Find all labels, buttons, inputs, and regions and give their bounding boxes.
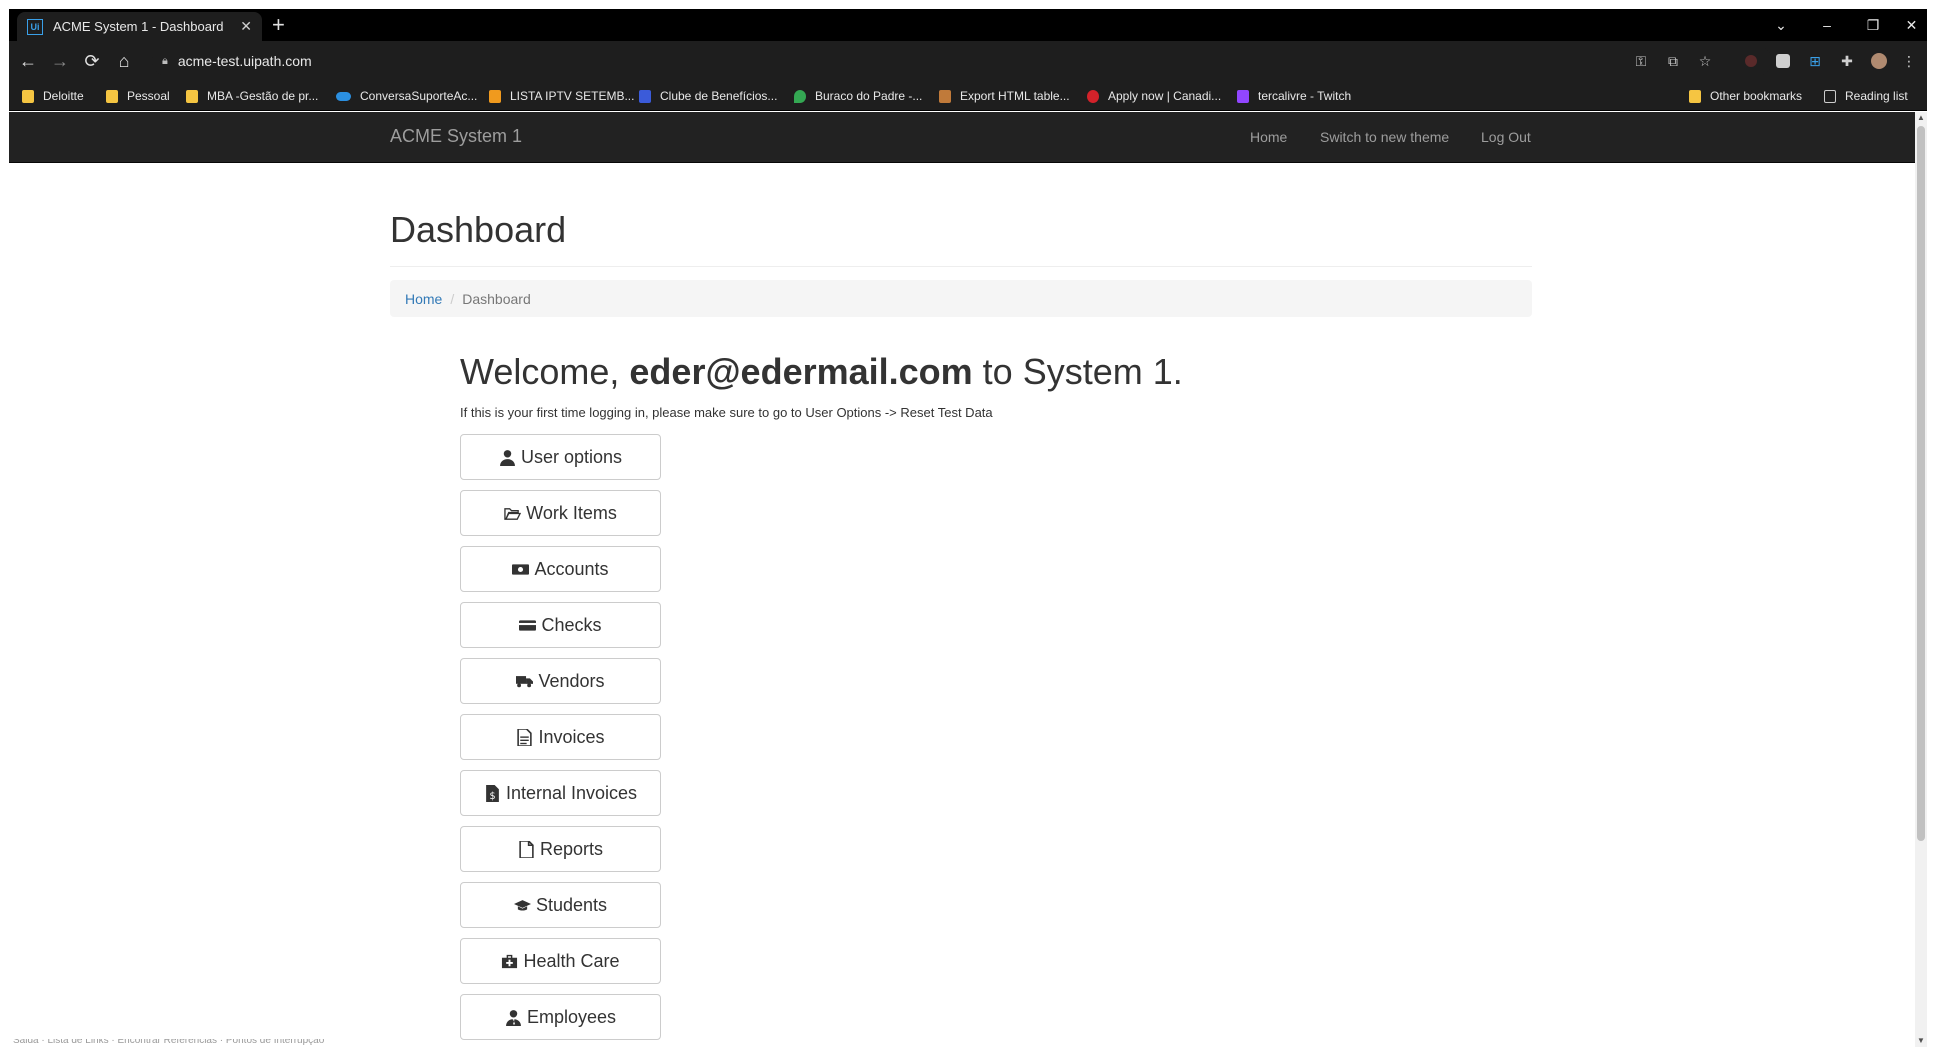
vendors-button[interactable]: Vendors [460,658,661,704]
tab-search-icon[interactable]: ⌄ [1758,9,1804,41]
medkit-icon [502,954,518,968]
bookmark-iptv[interactable]: LISTA IPTV SETEMB... [489,88,634,104]
extension-red-icon[interactable] [1741,51,1761,71]
work-items-button[interactable]: Work Items [460,490,661,536]
profile-avatar[interactable] [1869,51,1889,71]
breadcrumb-home-link[interactable]: Home [405,291,442,307]
bookmark-mba[interactable]: MBA -Gestão de pr... [186,88,318,104]
canada-icon [1087,89,1099,103]
cloud-icon [336,91,351,101]
page-scrollbar[interactable]: ▲ ▼ [1915,112,1927,1047]
uipath-favicon-icon: Ui [27,18,43,35]
new-tab-button[interactable]: + [272,13,285,37]
folder-icon [106,89,118,103]
employees-button[interactable]: Employees [460,994,661,1040]
money-icon [512,563,530,575]
bookmark-conversa[interactable]: ConversaSuporteAc... [336,88,477,104]
reading-list-icon [1824,89,1836,103]
other-bookmarks[interactable]: Other bookmarks [1689,88,1802,104]
breadcrumb: Home / Dashboard [390,280,1532,317]
twitch-icon [1237,89,1249,103]
breadcrumb-separator: / [450,290,455,307]
bookmark-apply[interactable]: Apply now | Canadi... [1087,88,1221,104]
home-button[interactable]: ⌂ [112,49,136,73]
invoices-button[interactable]: Invoices [460,714,661,760]
menu-kebab-icon[interactable]: ⋮ [1899,51,1919,71]
internal-invoices-button[interactable]: $ Internal Invoices [460,770,661,816]
svg-text:$: $ [489,790,495,801]
checks-button[interactable]: Checks [460,602,661,648]
close-window-button[interactable]: ✕ [1896,9,1927,41]
welcome-heading: Welcome, eder@edermail.com to System 1. [460,351,1183,392]
key-icon[interactable]: ⚿ [1631,51,1651,71]
minimize-button[interactable]: – [1804,9,1850,41]
tab-strip: Ui ACME System 1 - Dashboard ✕ + ⌄ – ❐ ✕ [9,9,1927,41]
lock-icon: 🔒︎ [162,54,168,67]
scroll-up-arrow-icon[interactable]: ▲ [1915,112,1927,124]
star-icon[interactable]: ☆ [1695,51,1715,71]
bookmark-clube[interactable]: Clube de Benefícios... [639,88,777,104]
user-email: eder@edermail.com [629,351,973,392]
breadcrumb-current: Dashboard [462,290,531,307]
reload-button[interactable]: ⟳ [80,49,104,73]
url-text: acme-test.uipath.com [177,53,312,69]
folder-open-icon [504,507,522,520]
nav-switch-theme-link[interactable]: Switch to new theme [1320,129,1449,145]
user-options-button[interactable]: User options [460,434,661,480]
windows-icon[interactable]: ⊞ [1805,51,1825,71]
browser-tab[interactable]: Ui ACME System 1 - Dashboard ✕ [17,12,262,41]
first-login-note: If this is your first time logging in, p… [460,405,993,420]
bookmark-pessoal[interactable]: Pessoal [106,88,170,104]
truck-icon [516,675,534,687]
health-care-button[interactable]: Health Care [460,938,661,984]
brand-link[interactable]: ACME System 1 [390,126,522,147]
folder-icon [22,89,34,103]
divider [390,266,1532,267]
status-strip: Salda · Lista de Links · Encontrar Refer… [13,1039,325,1046]
bookmark-export[interactable]: Export HTML table... [939,88,1070,104]
page-title: Dashboard [390,209,567,250]
file-icon [519,840,534,858]
credit-card-icon [519,619,537,631]
bookmark-buraco[interactable]: Buraco do Padre -... [794,88,922,104]
iptv-icon [489,89,501,103]
user-icon [500,449,515,466]
clube-icon [639,89,651,103]
accounts-button[interactable]: Accounts [460,546,661,592]
forward-button[interactable]: → [48,49,72,73]
restore-button[interactable]: ❐ [1850,9,1896,41]
nav-logout-link[interactable]: Log Out [1481,129,1531,145]
back-button[interactable]: ← [16,49,40,73]
nav-home-link[interactable]: Home [1250,129,1287,145]
bookmark-twitch[interactable]: tercalivre - Twitch [1237,88,1351,104]
user-tie-icon [506,1009,521,1026]
students-button[interactable]: Students [460,882,661,928]
app-navbar: ACME System 1 Home Switch to new theme L… [9,112,1915,163]
file-invoice-icon: $ [486,784,499,802]
tab-title: ACME System 1 - Dashboard [53,19,224,34]
extension-m-icon[interactable] [1773,51,1793,71]
folder-icon [1689,89,1701,103]
map-pin-icon [794,89,806,103]
scroll-thumb[interactable] [1917,126,1925,841]
file-text-icon [517,728,533,746]
translate-icon[interactable]: ⧉ [1663,51,1683,71]
browser-toolbar: ← → ⟳ ⌂ 🔒︎ acme-test.uipath.com ⚿ ⧉ ☆ ⊞ … [9,41,1927,81]
scroll-down-arrow-icon[interactable]: ▼ [1915,1035,1927,1047]
reading-list[interactable]: Reading list [1824,88,1908,104]
address-bar[interactable]: 🔒︎ acme-test.uipath.com [152,46,1772,76]
folder-icon [186,89,198,103]
export-icon [939,89,951,103]
browser-window: Ui ACME System 1 - Dashboard ✕ + ⌄ – ❐ ✕… [9,9,1927,1047]
reports-button[interactable]: Reports [460,826,661,872]
bookmark-deloitte[interactable]: Deloitte [22,88,84,104]
extensions-puzzle-icon[interactable]: ✚ [1837,51,1857,71]
close-tab-icon[interactable]: ✕ [240,18,252,35]
graduation-cap-icon [513,899,531,911]
bookmarks-bar: Deloitte Pessoal MBA -Gestão de pr... Co… [9,81,1927,111]
